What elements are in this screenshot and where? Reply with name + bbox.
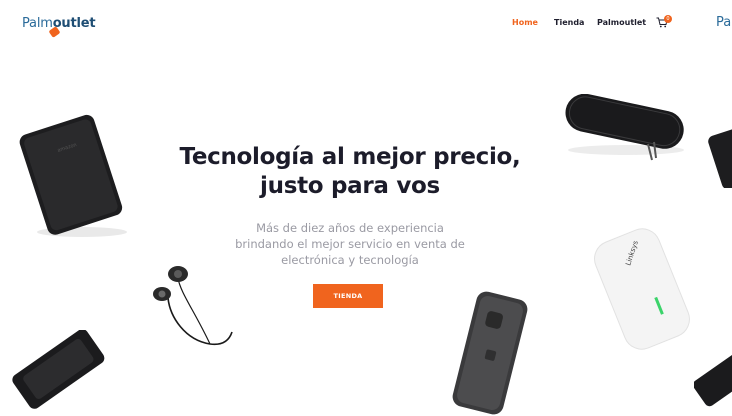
hero-title-line-1: Tecnología al mejor precio, bbox=[179, 144, 521, 170]
carousel-next-kindle-image bbox=[708, 128, 732, 188]
logo-text-palm: Palm bbox=[22, 16, 53, 31]
carousel-next-holder-image bbox=[694, 352, 732, 407]
site-logo[interactable]: Palmoutlet bbox=[22, 15, 96, 38]
hero-title-line-2: justo para vos bbox=[260, 173, 440, 199]
hero-subtitle-line-1: Más de diez años de experiencia bbox=[256, 221, 444, 235]
hero-subtitle: Más de diez años de experiencia brindand… bbox=[215, 220, 485, 268]
earphones-image bbox=[153, 266, 233, 346]
hero-title: Tecnología al mejor precio, justo para v… bbox=[150, 143, 550, 201]
shop-button[interactable]: TIENDA bbox=[313, 284, 383, 308]
zip-case-image bbox=[565, 94, 684, 161]
wifi-extender-image: Linksys bbox=[594, 228, 690, 350]
smartphone-case-image bbox=[452, 291, 528, 415]
nav-item-tienda[interactable]: Tienda bbox=[554, 18, 584, 27]
hero-subtitle-line-3: electrónica y tecnología bbox=[281, 253, 419, 267]
phone-holder-image bbox=[12, 330, 105, 409]
site-logo-clone: Pa bbox=[716, 15, 732, 30]
nav-item-palmoutlet[interactable]: Palmoutlet bbox=[597, 18, 646, 27]
cart-count-badge: 0 bbox=[664, 15, 672, 23]
kindle-ereader-image: amazon bbox=[19, 114, 127, 237]
nav-item-home[interactable]: Home bbox=[512, 18, 538, 27]
hero-subtitle-line-2: brindando el mejor servicio en venta de bbox=[235, 237, 465, 251]
logo-text-outlet: outlet bbox=[52, 16, 96, 31]
